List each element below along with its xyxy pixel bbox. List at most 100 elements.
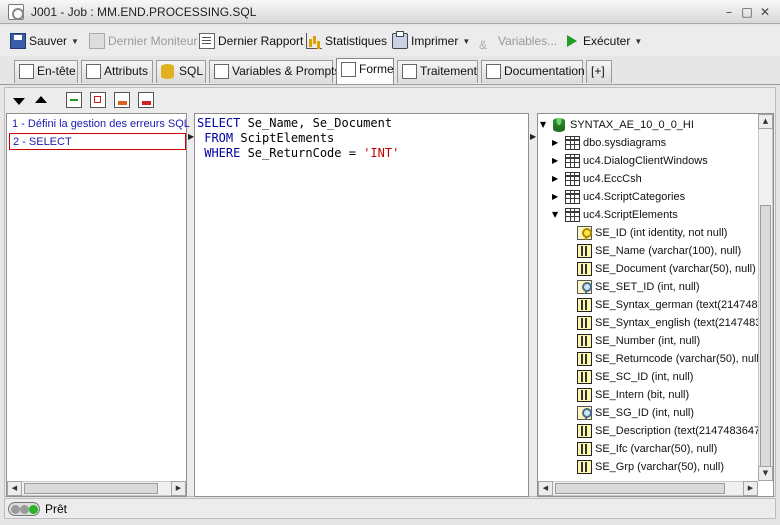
scroll-right-icon[interactable]: ▶	[171, 481, 186, 496]
tree-column[interactable]: SE_Syntax_german (text(2147483	[540, 296, 760, 314]
tree-table-expanded[interactable]: ▼ uc4.ScriptElements	[540, 206, 760, 224]
collapse-right-icon[interactable]: ▶	[530, 132, 536, 141]
move-down-button[interactable]	[11, 92, 27, 108]
tree-column-label: SE_Grp (varchar(50), null)	[595, 461, 724, 473]
column-icon	[577, 316, 592, 330]
add-step-button[interactable]	[66, 92, 82, 108]
tree-column-label: SE_Description (text(2147483647)	[595, 425, 760, 437]
tab-sql[interactable]: SQL	[156, 60, 206, 83]
tree-table[interactable]: ▶ uc4.EccCsh	[540, 170, 760, 188]
save-button[interactable]: Sauver ▼	[10, 30, 79, 52]
variables-label: Variables...	[498, 34, 558, 48]
column-icon	[577, 424, 592, 438]
add-tab-label: [+]	[591, 64, 605, 78]
step-item-selected[interactable]: 2 - SELECT	[9, 133, 186, 150]
db-tree-panel: ▼ SYNTAX_AE_10_0_0_HI ▶ dbo.sysdiagrams …	[537, 113, 774, 497]
tree-column[interactable]: SE_Document (varchar(50), null)	[540, 260, 760, 278]
statistics-button[interactable]: Statistiques	[306, 30, 387, 52]
move-up-button[interactable]	[33, 92, 49, 108]
tree-vertical-scrollbar[interactable]: ▲ ▼	[758, 114, 773, 481]
collapsed-icon[interactable]: ▶	[552, 152, 562, 170]
step-item[interactable]: 1 - Défini la gestion des erreurs SQL	[9, 116, 190, 133]
sql-line-3: WHERE Se_ReturnCode = 'INT'	[197, 146, 400, 160]
scroll-thumb[interactable]	[760, 205, 771, 475]
execute-button[interactable]: Exécuter ▼	[564, 30, 642, 52]
tree-column[interactable]: SE_Returncode (varchar(50), null)	[540, 350, 760, 368]
scroll-right-icon[interactable]: ▶	[743, 481, 758, 496]
maximize-button[interactable]: □	[740, 5, 754, 19]
form-edit-icon	[341, 62, 356, 77]
window-title: J001 - Job : MM.END.PROCESSING.SQL	[31, 5, 257, 19]
book-icon	[486, 64, 501, 79]
table-icon	[565, 172, 580, 186]
tab-variables-prompts[interactable]: Variables & Prompts	[209, 60, 341, 83]
variables-button[interactable]: & Variables...	[479, 30, 557, 52]
tree-column[interactable]: SE_SET_ID (int, null)	[540, 278, 760, 296]
tab-label: En-tête	[37, 64, 76, 78]
tree-column-label: SE_Name (varchar(100), null)	[595, 245, 742, 257]
close-button[interactable]: ✕	[758, 5, 772, 19]
save-label: Sauver	[29, 34, 68, 48]
save-dropdown-icon[interactable]: ▼	[71, 37, 79, 46]
minimize-button[interactable]: –	[722, 5, 736, 19]
scroll-left-icon[interactable]: ◀	[538, 481, 553, 496]
tree-horizontal-scrollbar[interactable]: ◀ ▶	[538, 481, 758, 496]
tree-column[interactable]: SE_ID (int identity, not null)	[540, 224, 760, 242]
tree-table[interactable]: ▶ uc4.ScriptCategories	[540, 188, 760, 206]
sql-editor[interactable]: SELECT Se_Name, Se_Document FROM SciptEl…	[194, 113, 529, 497]
tree-column[interactable]: SE_Description (text(2147483647)	[540, 422, 760, 440]
column-icon	[577, 262, 592, 276]
steps-horizontal-scrollbar[interactable]: ◀ ▶	[7, 481, 186, 496]
tree-column[interactable]: SE_Syntax_english (text(2147483	[540, 314, 760, 332]
import-icon	[118, 101, 127, 105]
tree-column[interactable]: SE_SG_ID (int, null)	[540, 404, 760, 422]
tree-table-label: uc4.ScriptElements	[583, 209, 678, 221]
copy-step-button[interactable]	[90, 92, 106, 108]
last-report-label: Dernier Rapport	[218, 34, 304, 48]
tree-column-label: SE_Returncode (varchar(50), null)	[595, 353, 760, 365]
status-bar: Prêt	[4, 498, 776, 519]
tree-table[interactable]: ▶ dbo.sysdiagrams	[540, 134, 760, 152]
collapsed-icon[interactable]: ▶	[552, 134, 562, 152]
statistics-label: Statistiques	[325, 34, 388, 48]
tree-column[interactable]: SE_Name (varchar(100), null)	[540, 242, 760, 260]
execute-dropdown-icon[interactable]: ▼	[634, 37, 642, 46]
last-monitor-button[interactable]: Dernier Moniteur	[89, 30, 197, 52]
scroll-thumb[interactable]	[24, 483, 158, 494]
tree-table[interactable]: ▶ uc4.DialogClientWindows	[540, 152, 760, 170]
tab-processing[interactable]: Traitement	[397, 60, 478, 83]
tree-column[interactable]: SE_Ifc (varchar(50), null)	[540, 440, 760, 458]
scroll-thumb[interactable]	[555, 483, 725, 494]
tree-table-label: uc4.ScriptCategories	[583, 191, 686, 203]
tree-column[interactable]: SE_SC_ID (int, null)	[540, 368, 760, 386]
delete-step-button[interactable]	[138, 92, 154, 108]
tree-column-label: SE_Document (varchar(50), null)	[595, 263, 756, 275]
tab-form[interactable]: Forme	[336, 58, 394, 84]
import-step-button[interactable]	[114, 92, 130, 108]
collapsed-icon[interactable]: ▶	[552, 188, 562, 206]
column-icon	[577, 370, 592, 384]
expanded-icon[interactable]: ▼	[540, 116, 550, 134]
print-button[interactable]: Imprimer ▼	[392, 30, 470, 52]
triangle-up-icon	[35, 96, 47, 103]
print-dropdown-icon[interactable]: ▼	[462, 37, 470, 46]
tab-label: Documentation	[504, 64, 585, 78]
tree-column-label: SE_SET_ID (int, null)	[595, 281, 700, 293]
tab-add[interactable]: [+]	[586, 60, 612, 83]
scroll-up-icon[interactable]: ▲	[758, 114, 773, 129]
last-monitor-label: Dernier Moniteur	[108, 34, 198, 48]
tree-column[interactable]: SE_Grp (varchar(50), null)	[540, 458, 760, 476]
tab-documentation[interactable]: Documentation	[481, 60, 585, 83]
tab-attributes[interactable]: Attributs	[81, 60, 153, 83]
tree-column-label: SE_ID (int identity, not null)	[595, 227, 728, 239]
expanded-icon[interactable]: ▼	[552, 206, 562, 224]
sql-line-1: SELECT Se_Name, Se_Document	[197, 116, 393, 130]
tab-header[interactable]: En-tête	[14, 60, 78, 83]
tree-column[interactable]: SE_Intern (bit, null)	[540, 386, 760, 404]
table-icon	[565, 136, 580, 150]
collapsed-icon[interactable]: ▶	[552, 170, 562, 188]
scroll-left-icon[interactable]: ◀	[7, 481, 22, 496]
scroll-down-icon[interactable]: ▼	[758, 466, 773, 481]
last-report-button[interactable]: Dernier Rapport	[199, 30, 303, 52]
tree-column[interactable]: SE_Number (int, null)	[540, 332, 760, 350]
